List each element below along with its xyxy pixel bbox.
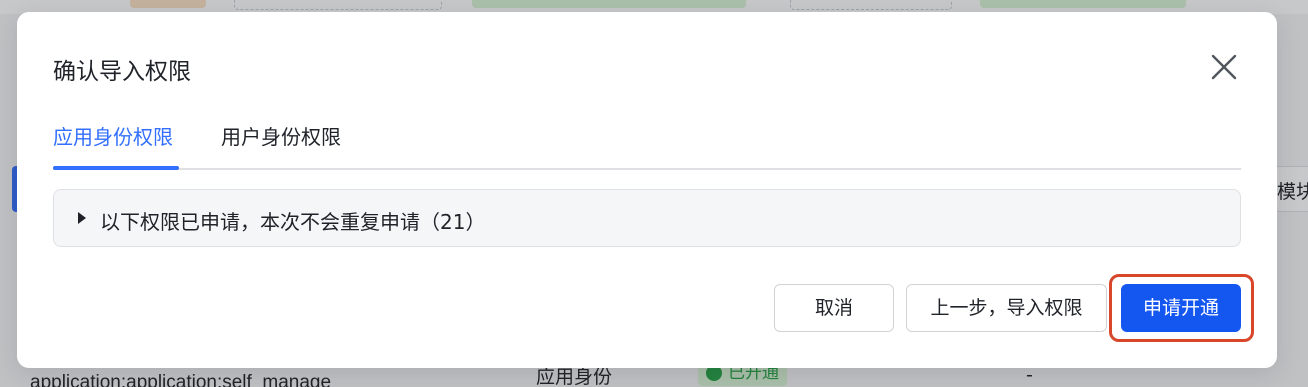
previous-step-button[interactable]: 上一步，导入权限 bbox=[906, 284, 1107, 332]
caret-right-icon bbox=[78, 212, 86, 224]
confirm-import-dialog: 确认导入权限 应用身份权限 用户身份权限 以下权限已申请，本次不会重复申请（21… bbox=[17, 12, 1277, 368]
already-applied-collapse-panel[interactable]: 以下权限已申请，本次不会重复申请（21） bbox=[53, 189, 1241, 247]
apply-submit-button[interactable]: 申请开通 bbox=[1121, 284, 1241, 332]
close-icon[interactable] bbox=[1209, 52, 1239, 82]
collapse-panel-label: 以下权限已申请，本次不会重复申请（21） bbox=[100, 210, 486, 234]
tab-app-identity-permissions[interactable]: 应用身份权限 bbox=[53, 122, 173, 170]
tab-user-identity-permissions[interactable]: 用户身份权限 bbox=[221, 122, 341, 170]
active-tab-indicator bbox=[53, 166, 179, 170]
dialog-title: 确认导入权限 bbox=[53, 59, 191, 85]
tab-bar: 应用身份权限 用户身份权限 bbox=[53, 122, 1241, 170]
cancel-button[interactable]: 取消 bbox=[774, 284, 894, 332]
